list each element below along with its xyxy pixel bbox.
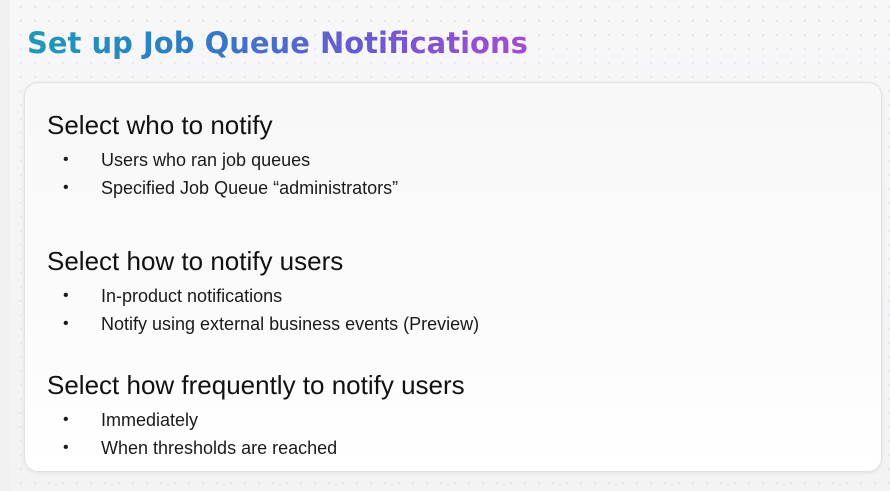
bullet-dot-icon: • — [63, 151, 69, 168]
bullet-list: • Users who ran job queues • Specified J… — [47, 146, 398, 202]
bullet-item: • Specified Job Queue “administrators” — [47, 174, 398, 202]
bullet-item: • Notify using external business events … — [47, 310, 479, 338]
section-heading: Select who to notify — [47, 110, 273, 140]
bullet-item: • Immediately — [47, 406, 465, 434]
bullet-text: Specified Job Queue “administrators” — [101, 178, 399, 198]
bullet-dot-icon: • — [63, 287, 69, 304]
bullet-list: • Immediately • When thresholds are reac… — [47, 406, 465, 462]
slide-title: Set up Job Queue Notifications — [27, 26, 528, 60]
section-who-to-notify: Select who to notify • Users who ran job… — [47, 109, 398, 202]
bullet-text: In-product notifications — [101, 286, 283, 306]
section-how-to-notify: Select how to notify users • In-product … — [47, 245, 479, 338]
section-how-frequently: Select how frequently to notify users • … — [47, 369, 465, 462]
section-heading: Select how frequently to notify users — [47, 370, 465, 400]
bullet-dot-icon: • — [63, 411, 69, 428]
bullet-text: Immediately — [101, 410, 199, 430]
bullet-list: • In-product notifications • Notify usin… — [47, 282, 479, 338]
bullet-item: • In-product notifications — [47, 282, 479, 310]
slide: Set up Job Queue Notifications Select wh… — [0, 0, 890, 491]
left-edge-strip — [0, 0, 10, 491]
bullet-text: Notify using external business events (P… — [101, 314, 480, 334]
bullet-item: • When thresholds are reached — [47, 434, 465, 462]
bullet-dot-icon: • — [63, 315, 69, 332]
bullet-dot-icon: • — [63, 439, 69, 456]
section-heading: Select how to notify users — [47, 246, 344, 276]
bullet-dot-icon: • — [63, 179, 69, 196]
bullet-text: When thresholds are reached — [101, 438, 338, 458]
bullet-item: • Users who ran job queues — [47, 146, 398, 174]
bullet-text: Users who ran job queues — [101, 150, 311, 170]
content-card: Select who to notify • Users who ran job… — [24, 82, 882, 472]
